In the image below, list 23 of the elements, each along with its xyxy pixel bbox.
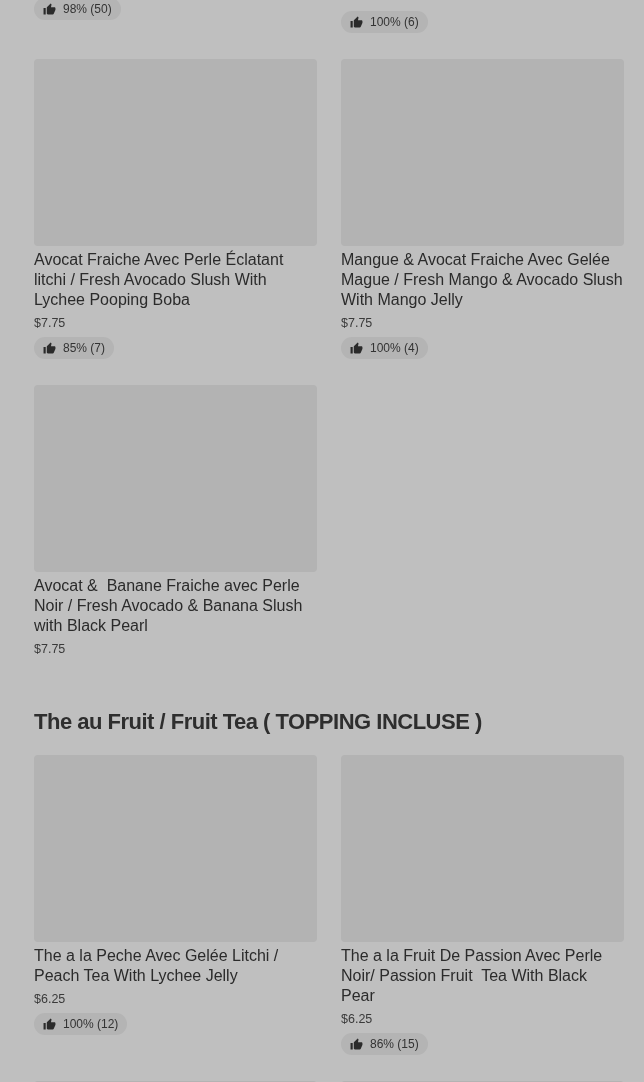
rating-badge: 100% (6) bbox=[341, 11, 428, 33]
item-price: $7.75 bbox=[341, 315, 374, 331]
item-price: $6.25 bbox=[34, 991, 67, 1007]
rating-badge: 98% (50) bbox=[34, 0, 121, 20]
item-title: The a la Peche Avec Gelée Litchi / Peach Tea With Lychee Jelly bbox=[34, 946, 280, 986]
rating-badge: 100% (12) bbox=[34, 1013, 128, 1035]
rating-badge: 86% (15) bbox=[341, 1033, 428, 1055]
item-title: Mangue & Avocat Fraiche Avec Gelée Mague / Fresh Mango & Avocado Slush With Mango Jelly bbox=[341, 250, 624, 310]
item-price: $6.25 bbox=[341, 1011, 374, 1027]
thumbs-up-icon bbox=[350, 1037, 363, 1051]
item-title: Avocat & Banane Fraiche avec Perle Noir / Fresh Avocado & Banana Slush with Black Pearl bbox=[34, 576, 304, 636]
item-title: The a la Fruit De Passion Avec Perle Noir/ Passion Fruit Tea With Black Pear bbox=[341, 946, 604, 1006]
item-price: $7.75 bbox=[34, 315, 67, 331]
section-heading: The au Fruit / Fruit Tea ( TOPPING INCLUSE ) bbox=[34, 708, 483, 736]
thumbs-up-icon bbox=[43, 2, 56, 16]
thumbs-up-icon bbox=[43, 341, 56, 355]
thumbs-up-icon bbox=[350, 341, 363, 355]
rating-badge: 100% (4) bbox=[341, 337, 428, 359]
item-price: $7.75 bbox=[34, 641, 67, 657]
item-title: Avocat Fraiche Avec Perle Éclatant litchi / Fresh Avocado Slush With Lychee Pooping Boba bbox=[34, 250, 285, 310]
thumbs-up-icon bbox=[43, 1017, 56, 1031]
thumbs-up-icon bbox=[350, 15, 363, 29]
rating-badge: 85% (7) bbox=[34, 337, 115, 359]
